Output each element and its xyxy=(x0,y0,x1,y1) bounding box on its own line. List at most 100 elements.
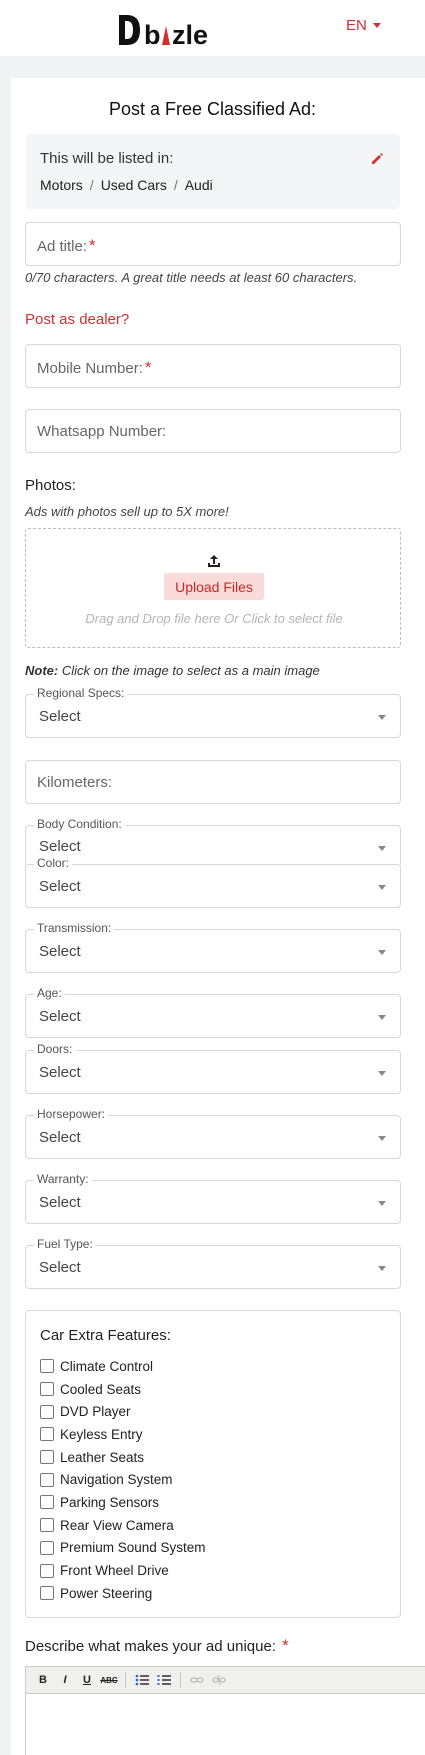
mobile-number-placeholder: Mobile Number: xyxy=(37,360,143,377)
chevron-down-icon xyxy=(378,1266,386,1271)
dropzone-text: Drag and Drop file here Or Click to sele… xyxy=(85,611,343,626)
body-condition-value: Select xyxy=(39,838,81,855)
warranty-value: Select xyxy=(39,1194,81,1211)
checkbox[interactable] xyxy=(40,1518,54,1533)
photos-hint: Ads with photos sell up to 5X more! xyxy=(25,504,229,519)
required-marker: * xyxy=(144,358,152,377)
chevron-down-icon xyxy=(378,950,386,955)
toolbar-divider xyxy=(180,1672,181,1688)
edit-pencil-icon[interactable] xyxy=(370,152,384,166)
ad-title-hint: 0/70 characters. A great title needs at … xyxy=(25,270,358,285)
feature-item[interactable]: Climate Control xyxy=(40,1355,206,1378)
underline-button[interactable]: U xyxy=(77,1670,97,1690)
chevron-down-icon xyxy=(378,846,386,851)
color-value: Select xyxy=(39,878,81,895)
feature-label: Premium Sound System xyxy=(60,1540,206,1556)
editor-toolbar: B I U ABC xyxy=(26,1667,425,1694)
checkbox[interactable] xyxy=(40,1586,54,1601)
category-summary: This will be listed in: Motors / Used Cars… xyxy=(26,134,400,209)
regional-specs-select[interactable]: Regional Specs: Select xyxy=(25,686,401,738)
feature-item[interactable]: Power Steering xyxy=(40,1582,206,1605)
language-selector[interactable]: EN xyxy=(346,17,381,34)
unlink-icon[interactable] xyxy=(209,1670,229,1690)
feature-item[interactable]: Navigation System xyxy=(40,1468,206,1491)
breadcrumb: Motors / Used Cars / Audi xyxy=(40,177,213,193)
transmission-value: Select xyxy=(39,943,81,960)
chevron-down-icon xyxy=(378,1201,386,1206)
toolbar-divider xyxy=(125,1672,126,1688)
body-condition-label: Body Condition: xyxy=(34,817,125,831)
note-label: Note: xyxy=(25,663,59,678)
feature-label: Navigation System xyxy=(60,1472,173,1488)
main-image-note: Note: Click on the image to select as a … xyxy=(25,663,320,678)
required-marker: * xyxy=(89,236,96,255)
feature-label: Parking Sensors xyxy=(60,1494,160,1510)
kilometers-placeholder: Kilometers: xyxy=(37,774,113,791)
svg-text:b: b xyxy=(144,20,161,48)
checkbox[interactable] xyxy=(40,1427,54,1442)
photo-dropzone[interactable]: Upload Files Drag and Drop file here Or … xyxy=(25,528,401,648)
feature-item[interactable]: Leather Seats xyxy=(40,1446,206,1469)
color-label: Color: xyxy=(34,856,73,870)
italic-button[interactable]: I xyxy=(55,1670,75,1690)
features-list: Climate Control Cooled Seats DVD Player … xyxy=(40,1355,206,1605)
chevron-down-icon xyxy=(378,715,386,720)
color-select[interactable]: Color: Select xyxy=(25,856,401,908)
description-editor[interactable]: B I U ABC xyxy=(25,1666,425,1755)
upload-files-button[interactable]: Upload Files xyxy=(164,573,264,600)
breadcrumb-item: Motors xyxy=(40,177,83,193)
numbered-list-icon[interactable] xyxy=(154,1670,174,1690)
feature-item[interactable]: Front Wheel Drive xyxy=(40,1559,206,1582)
checkbox[interactable] xyxy=(40,1450,54,1465)
dbizle-logo[interactable]: b zle xyxy=(118,12,228,48)
note-text: Click on the image to select as a main i… xyxy=(58,663,320,678)
link-icon[interactable] xyxy=(187,1670,207,1690)
checkbox[interactable] xyxy=(40,1495,54,1510)
transmission-select[interactable]: Transmission: Select xyxy=(25,921,401,973)
feature-label: Cooled Seats xyxy=(60,1381,142,1397)
strikethrough-button[interactable]: ABC xyxy=(99,1670,119,1690)
feature-label: Climate Control xyxy=(60,1358,154,1374)
transmission-label: Transmission: xyxy=(34,921,115,935)
warranty-select[interactable]: Warranty: Select xyxy=(25,1172,401,1224)
feature-item[interactable]: Parking Sensors xyxy=(40,1491,206,1514)
age-label: Age: xyxy=(34,986,65,1000)
checkbox[interactable] xyxy=(40,1404,54,1419)
horsepower-value: Select xyxy=(39,1129,81,1146)
checkbox[interactable] xyxy=(40,1359,54,1374)
age-select[interactable]: Age: Select xyxy=(25,986,401,1038)
checkbox[interactable] xyxy=(40,1382,54,1397)
body-condition-select[interactable]: Body Condition: Select xyxy=(25,817,401,865)
feature-item[interactable]: DVD Player xyxy=(40,1400,206,1423)
listed-in-label: This will be listed in: xyxy=(40,150,174,167)
upload-icon xyxy=(208,555,220,567)
kilometers-input[interactable]: Kilometers: xyxy=(25,760,401,804)
regional-specs-value: Select xyxy=(39,708,81,725)
post-as-dealer-link[interactable]: Post as dealer? xyxy=(25,311,129,328)
fuel-type-select[interactable]: Fuel Type: Select xyxy=(25,1237,401,1289)
whatsapp-number-placeholder: Whatsapp Number: xyxy=(37,423,167,440)
ad-title-placeholder: Ad title: xyxy=(37,238,88,255)
feature-item[interactable]: Premium Sound System xyxy=(40,1537,206,1560)
checkbox[interactable] xyxy=(40,1472,54,1487)
feature-item[interactable]: Keyless Entry xyxy=(40,1423,206,1446)
mobile-number-input[interactable]: Mobile Number: * xyxy=(25,344,401,388)
horsepower-select[interactable]: Horsepower: Select xyxy=(25,1107,401,1159)
checkbox[interactable] xyxy=(40,1563,54,1578)
required-marker: * xyxy=(282,1636,289,1655)
doors-select[interactable]: Doors: Select xyxy=(25,1042,401,1094)
breadcrumb-item: Used Cars xyxy=(100,177,167,193)
bullet-list-icon[interactable] xyxy=(132,1670,152,1690)
description-label: Describe what makes your ad unique: * xyxy=(25,1636,289,1656)
horsepower-label: Horsepower: xyxy=(34,1107,109,1121)
bold-button[interactable]: B xyxy=(33,1670,53,1690)
warranty-label: Warranty: xyxy=(34,1172,92,1186)
feature-item[interactable]: Rear View Camera xyxy=(40,1514,206,1537)
page-title: Post a Free Classified Ad: xyxy=(108,99,317,119)
whatsapp-number-input[interactable]: Whatsapp Number: xyxy=(25,409,401,453)
feature-item[interactable]: Cooled Seats xyxy=(40,1378,206,1401)
ad-title-input[interactable]: Ad title: * xyxy=(25,222,401,266)
features-title: Car Extra Features: xyxy=(40,1327,171,1344)
fuel-type-label: Fuel Type: xyxy=(34,1237,96,1251)
checkbox[interactable] xyxy=(40,1540,54,1555)
